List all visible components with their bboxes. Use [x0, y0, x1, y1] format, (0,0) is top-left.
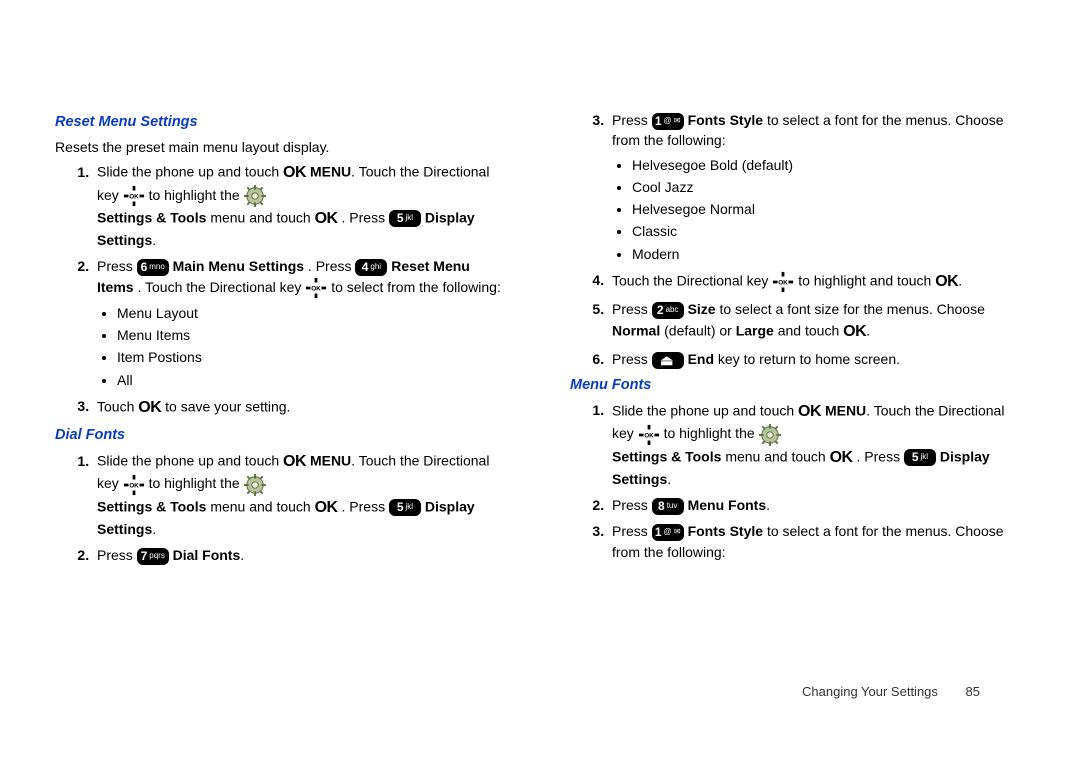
dpad-icon	[305, 277, 327, 299]
right-column: Press 1 @ ✉ Fonts Style to select a font…	[570, 110, 1025, 751]
gear-icon	[244, 474, 266, 496]
key-5-icon: 5jkl	[389, 499, 421, 516]
heading-dial-fonts: Dial Fonts	[55, 425, 510, 446]
page-number: 85	[966, 684, 980, 699]
key-5-icon: 5jkl	[389, 210, 421, 227]
list-item: Helvesegoe Bold (default)	[632, 155, 1025, 175]
list-item: Classic	[632, 221, 1025, 241]
dpad-icon	[123, 185, 145, 207]
steps-menu-fonts: Slide the phone up and touch OK MENU. To…	[570, 400, 1025, 562]
key-8-icon: 8tuv	[652, 498, 684, 515]
step-2: Press 6mno Main Menu Settings . Press 4g…	[93, 256, 510, 390]
step-3: Press 1 @ ✉ Fonts Style to select a font…	[608, 110, 1025, 264]
step-2: Press 7pqrs Dial Fonts.	[93, 545, 510, 565]
heading-reset-menu-settings: Reset Menu Settings	[55, 112, 510, 133]
ok-icon: OK	[315, 207, 338, 230]
left-column: Reset Menu Settings Resets the preset ma…	[55, 110, 510, 751]
steps-dial-fonts-cont: Press 1 @ ✉ Fonts Style to select a font…	[570, 110, 1025, 369]
steps-dial-fonts: Slide the phone up and touch OK MENU. To…	[55, 450, 510, 565]
step-2: Press 8tuv Menu Fonts.	[608, 495, 1025, 515]
step-5: Press 2abc Size to select a font size fo…	[608, 299, 1025, 342]
key-1-icon: 1 @ ✉	[652, 113, 684, 130]
list-item: Menu Layout	[117, 303, 510, 323]
step-4: Touch the Directional key to highlight a…	[608, 270, 1025, 293]
list-item: Cool Jazz	[632, 177, 1025, 197]
step-1: Slide the phone up and touch OK MENU. To…	[93, 161, 510, 250]
ok-icon: OK	[283, 450, 306, 473]
gear-icon	[759, 424, 781, 446]
list-item: Modern	[632, 244, 1025, 264]
footer-section: Changing Your Settings	[802, 684, 938, 699]
key-4-icon: 4ghi	[355, 259, 387, 276]
intro-text: Resets the preset main menu layout displ…	[55, 137, 510, 157]
key-5-icon: 5jkl	[904, 449, 936, 466]
ok-icon: OK	[138, 396, 161, 419]
list-item: Menu Items	[117, 325, 510, 345]
gear-icon	[244, 185, 266, 207]
key-2-icon: 2abc	[652, 302, 684, 319]
manual-page: Reset Menu Settings Resets the preset ma…	[0, 0, 1080, 771]
key-1-icon: 1 @ ✉	[652, 524, 684, 541]
page-footer: Changing Your Settings 85	[802, 684, 980, 699]
dpad-icon	[638, 424, 660, 446]
step-3: Press 1 @ ✉ Fonts Style to select a font…	[608, 521, 1025, 562]
list-item: Item Postions	[117, 347, 510, 367]
steps-reset: Slide the phone up and touch OK MENU. To…	[55, 161, 510, 419]
heading-menu-fonts: Menu Fonts	[570, 375, 1025, 396]
ok-icon: OK	[798, 400, 821, 423]
dpad-icon	[772, 271, 794, 293]
key-end-icon: ⏏	[652, 352, 684, 369]
step-1: Slide the phone up and touch OK MENU. To…	[93, 450, 510, 539]
step-6: Press ⏏ End key to return to home screen…	[608, 349, 1025, 369]
list-item: All	[117, 370, 510, 390]
bullet-list: Menu Layout Menu Items Item Postions All	[97, 303, 510, 390]
ok-icon: OK	[315, 496, 338, 519]
dpad-icon	[123, 474, 145, 496]
list-item: Helvesegoe Normal	[632, 199, 1025, 219]
key-7-icon: 7pqrs	[137, 548, 169, 565]
step-1: Slide the phone up and touch OK MENU. To…	[608, 400, 1025, 489]
key-6-icon: 6mno	[137, 259, 169, 276]
ok-icon: OK	[843, 320, 866, 343]
ok-icon: OK	[830, 446, 853, 469]
step-3: Touch OK to save your setting.	[93, 396, 510, 419]
ok-icon: OK	[283, 161, 306, 184]
bullet-list: Helvesegoe Bold (default) Cool Jazz Helv…	[612, 155, 1025, 264]
ok-icon: OK	[935, 270, 958, 293]
